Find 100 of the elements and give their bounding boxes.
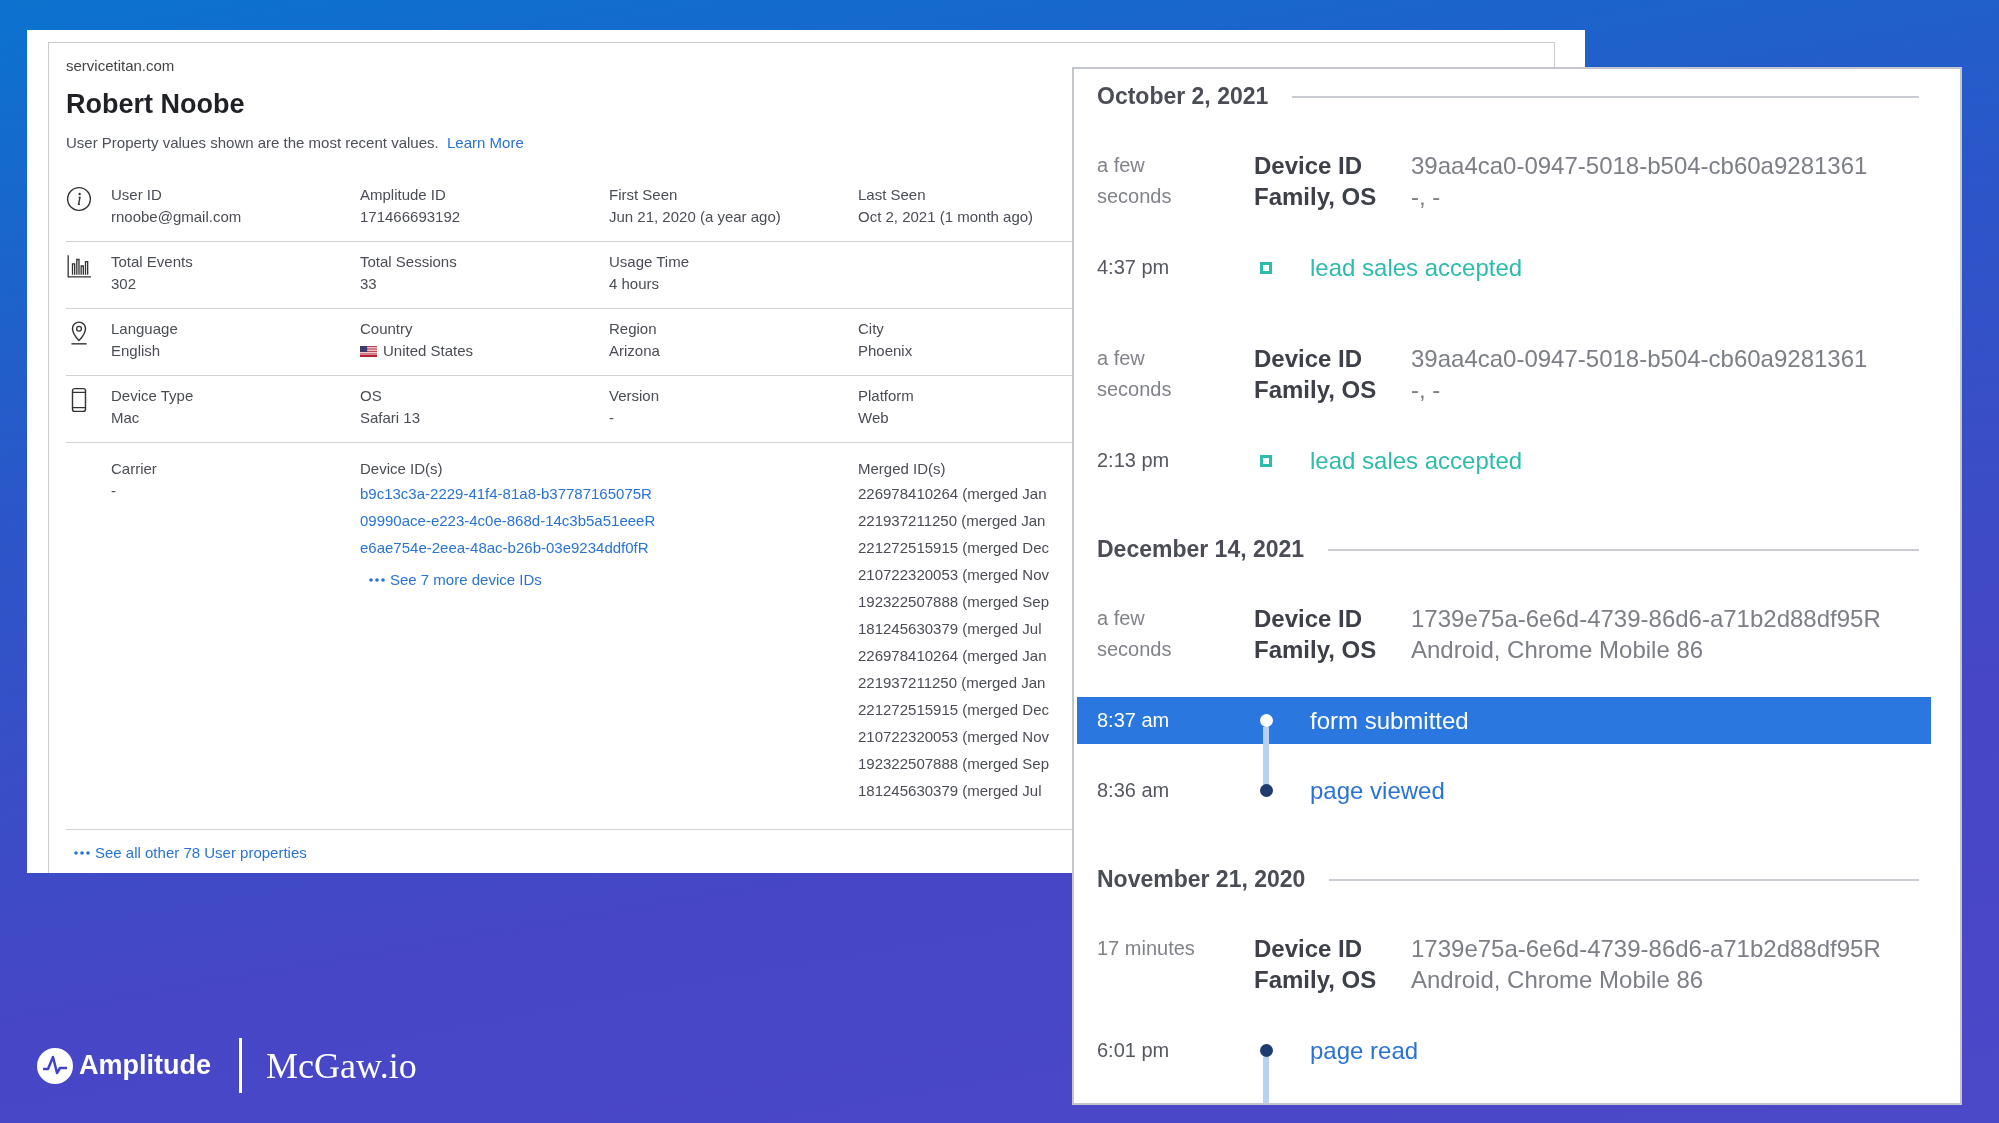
merged-id: 221272515915 (merged Dec — [858, 538, 1049, 558]
property-label: Region — [609, 319, 657, 339]
event-name: lead sales accepted — [1310, 253, 1523, 282]
dot-marker-icon — [1259, 1044, 1273, 1057]
event-time: 6:01 pm — [1097, 1039, 1170, 1062]
info-note: User Property values shown are the most recent values. Learn More — [66, 134, 524, 151]
property-value: 302 — [111, 274, 137, 294]
amplitude-logo-icon — [37, 1047, 73, 1084]
merged-id: 221272515915 (merged Dec — [858, 700, 1049, 720]
merged-id: 181245630379 (merged Jul — [858, 619, 1042, 639]
brand-name: McGaw.io — [266, 1044, 417, 1087]
see-more-link[interactable]: See 7 more device IDs — [390, 571, 542, 588]
event-row[interactable]: 8:37 am form submitted — [1077, 697, 1931, 744]
field-label: Family, OS — [1254, 965, 1377, 995]
event-time: 2:13 pm — [1097, 449, 1170, 472]
property-value: Phoenix — [858, 341, 913, 361]
property-value: Mac — [111, 408, 140, 428]
square-marker-icon — [1260, 261, 1272, 274]
family-os: Android, Chrome Mobile 86 — [1411, 635, 1704, 665]
merged-id: 192322507888 (merged Sep — [858, 592, 1049, 612]
device-id: 39aa4ca0-0947-5018-b504-cb60a9281361 — [1411, 151, 1868, 181]
field-label: Family, OS — [1254, 635, 1377, 665]
property-value: 33 — [360, 274, 377, 294]
property-value: Safari 13 — [360, 408, 421, 428]
device-id-link[interactable]: 09990ace-e223-4c0e-868d-14c3b5a51eeeR — [360, 507, 656, 534]
field-label: Device ID — [1254, 604, 1363, 634]
property-label: Total Sessions — [360, 252, 457, 272]
event-time: 8:36 am — [1097, 779, 1170, 802]
brand-name: Amplitude — [79, 1050, 211, 1081]
event-row[interactable]: 8:36 am page viewed — [1077, 767, 1931, 814]
property-value: - — [111, 481, 116, 501]
property-label: Amplitude ID — [360, 185, 446, 205]
field-label: Device ID — [1254, 344, 1363, 374]
property-label: First Seen — [609, 185, 678, 205]
property-label: User ID — [111, 185, 162, 205]
merged-id: 221937211250 (merged Jan — [858, 673, 1046, 693]
dot-marker-icon — [1259, 714, 1273, 727]
date-heading: December 14, 2021 — [1097, 536, 1305, 563]
device-id: 39aa4ca0-0947-5018-b504-cb60a9281361 — [1411, 344, 1868, 374]
flag-icon — [360, 345, 377, 357]
info-icon — [66, 186, 92, 212]
event-name: lead sales accepted — [1310, 446, 1523, 475]
device-id: 1739e75a-6e6d-4739-86d6-a71b2d88df95R — [1411, 934, 1881, 964]
session-duration: a few seconds — [1097, 606, 1173, 662]
property-label: City — [858, 319, 884, 339]
more-dots-icon — [74, 850, 90, 855]
see-all-properties-link[interactable]: See all other 78 User properties — [95, 844, 307, 861]
merged-id: 210722320053 (merged Nov — [858, 565, 1049, 585]
learn-more-link[interactable]: Learn More — [447, 134, 524, 151]
property-label: Total Events — [111, 252, 193, 272]
event-time: 4:37 pm — [1097, 256, 1170, 279]
property-label: Carrier — [111, 459, 157, 479]
property-label: Device ID(s) — [360, 459, 443, 479]
family-os: -, - — [1411, 182, 1441, 212]
user-name: Robert Noobe — [66, 89, 245, 120]
property-label: Language — [111, 319, 178, 339]
field-label: Family, OS — [1254, 375, 1377, 405]
field-label: Device ID — [1254, 934, 1363, 964]
property-value: Arizona — [609, 341, 660, 361]
property-value: 171466693192 — [360, 207, 461, 227]
bar-chart-icon — [66, 253, 92, 279]
merged-id: 192322507888 (merged Sep — [858, 754, 1049, 774]
property-label: Usage Time — [609, 252, 690, 272]
dot-marker-icon — [1259, 784, 1273, 797]
property-value: Web — [858, 408, 889, 428]
property-label: Last Seen — [858, 185, 926, 205]
event-row[interactable]: 4:37 pm lead sales accepted — [1077, 244, 1931, 291]
property-label: OS — [360, 386, 382, 406]
session-duration: a few seconds — [1097, 153, 1173, 209]
event-name: form submitted — [1310, 706, 1469, 735]
property-label: Version — [609, 386, 660, 406]
family-os: -, - — [1411, 375, 1441, 405]
property-value: - — [609, 408, 614, 428]
property-label: Merged ID(s) — [858, 459, 946, 479]
merged-id: 221937211250 (merged Jan — [858, 511, 1046, 531]
merged-id: 226978410264 (merged Jan — [858, 484, 1047, 504]
property-value: Oct 2, 2021 (1 month ago) — [858, 207, 1034, 227]
property-value: English — [111, 341, 161, 361]
device-id-link[interactable]: b9c13c3a-2229-41f4-81a8-b37787165075R — [360, 480, 652, 507]
session-duration: 17 minutes — [1097, 936, 1196, 961]
family-os: Android, Chrome Mobile 86 — [1411, 965, 1704, 995]
field-label: Device ID — [1254, 151, 1363, 181]
event-row[interactable]: 6:01 pm page read — [1077, 1027, 1931, 1074]
event-row[interactable]: 2:13 pm lead sales accepted — [1077, 437, 1931, 484]
merged-id: 226978410264 (merged Jan — [858, 646, 1047, 666]
domain-text: servicetitan.com — [66, 57, 175, 74]
property-value: Jun 21, 2020 (a year ago) — [609, 207, 781, 227]
square-marker-icon — [1260, 454, 1272, 467]
field-label: Family, OS — [1254, 182, 1377, 212]
merged-id: 210722320053 (merged Nov — [858, 727, 1049, 747]
property-value: United States — [383, 341, 474, 361]
event-time: 8:37 am — [1097, 709, 1170, 732]
property-value: 4 hours — [609, 274, 660, 294]
property-label: Device Type — [111, 386, 194, 406]
date-heading: November 21, 2020 — [1097, 866, 1306, 893]
property-value: rnoobe@gmail.com — [111, 207, 242, 227]
event-name: page read — [1310, 1036, 1419, 1065]
event-name: page viewed — [1310, 776, 1445, 805]
merged-id: 181245630379 (merged Jul — [858, 781, 1042, 801]
device-id-link[interactable]: e6ae754e-2eea-48ac-b26b-03e9234ddf0fR — [360, 534, 649, 561]
